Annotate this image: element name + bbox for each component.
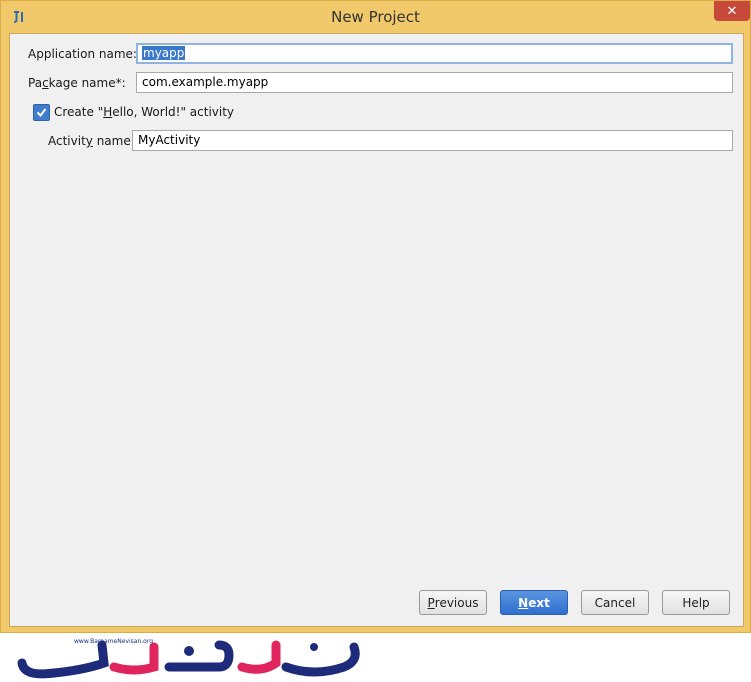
cancel-label: Cancel [594, 595, 636, 610]
activity-name-input[interactable]: MyActivity [132, 130, 733, 151]
activity-name-value: MyActivity [138, 133, 201, 147]
previous-label: revious [434, 595, 479, 610]
watermark-url: www.BarnameNevisan.org [74, 638, 153, 645]
next-label: ext [528, 595, 550, 610]
package-name-label-post: kage name*: [48, 76, 126, 90]
barnamenevisan-logo: www.BarnameNevisan.org [17, 638, 360, 679]
cancel-button[interactable]: Cancel [581, 590, 649, 615]
package-name-value: com.example.myapp [142, 75, 269, 89]
create-activity-label-pre: Create " [54, 105, 104, 119]
dialog-content: Application name: myapp Package name*: c… [9, 33, 744, 627]
close-button[interactable]: ✕ [714, 1, 750, 21]
window-title: New Project [331, 8, 420, 26]
create-activity-mnemonic: H [103, 105, 113, 119]
checkmark-icon [36, 108, 47, 118]
next-mnemonic: N [518, 595, 529, 610]
activity-name-label-post: name [92, 134, 131, 148]
activity-name-label: Activity name [48, 134, 131, 148]
close-icon: ✕ [726, 3, 738, 19]
activity-name-mnemonic: y [85, 134, 93, 148]
application-name-label-text: Application name: [28, 47, 137, 61]
package-name-input[interactable]: com.example.myapp [136, 72, 733, 93]
create-activity-label-post: ello, World!" activity [112, 105, 235, 119]
create-activity-checkbox[interactable] [33, 104, 50, 121]
package-name-label: Package name*: [28, 76, 126, 90]
previous-button[interactable]: Previous [419, 590, 487, 615]
title-bar[interactable]: New Project ✕ [1, 1, 750, 33]
new-project-window: New Project ✕ Application name: myapp Pa… [0, 0, 751, 633]
create-activity-label[interactable]: Create "Hello, World!" activity [54, 105, 234, 119]
application-name-label: Application name: [28, 47, 137, 61]
help-button[interactable]: Help [662, 590, 730, 615]
next-button[interactable]: Next [500, 590, 568, 615]
application-name-value: myapp [142, 46, 186, 60]
previous-mnemonic: P [427, 595, 435, 610]
application-name-input[interactable]: myapp [136, 43, 733, 64]
package-name-mnemonic: c [42, 76, 49, 90]
help-label: Help [682, 595, 710, 610]
package-name-label-pre: Pa [28, 76, 43, 90]
activity-name-label-pre: Activit [48, 134, 86, 148]
